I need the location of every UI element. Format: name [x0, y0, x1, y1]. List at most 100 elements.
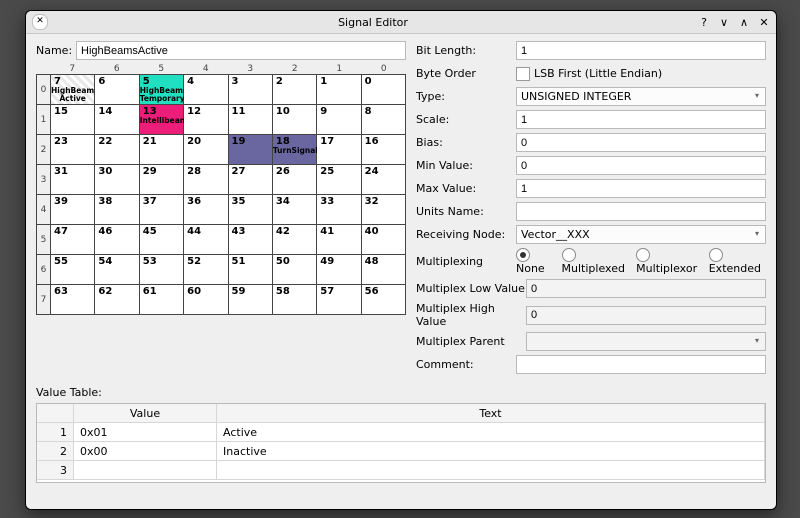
bit-cell[interactable]: 6 [95, 75, 139, 105]
bit-cell[interactable]: 2 [273, 75, 317, 105]
bit-cell[interactable]: 26 [273, 165, 317, 195]
bit-cell[interactable]: 10 [273, 105, 317, 135]
bit-cell[interactable]: 24 [362, 165, 406, 195]
bit-cell[interactable]: 30 [95, 165, 139, 195]
value-cell[interactable]: 0x00 [74, 442, 217, 460]
text-cell[interactable]: Inactive [217, 442, 765, 460]
bit-cell[interactable]: 54 [95, 255, 139, 285]
bit-cell[interactable]: 31 [51, 165, 95, 195]
bit-cell[interactable]: 13Intellibeam [140, 105, 184, 135]
type-combo[interactable]: UNSIGNED INTEGER ▾ [516, 87, 766, 106]
bit-cell[interactable]: 47 [51, 225, 95, 255]
bit-cell[interactable]: 18TurnSignals [273, 135, 317, 165]
bias-input[interactable] [516, 133, 766, 152]
bit-cell[interactable]: 62 [95, 285, 139, 315]
bit-cell[interactable]: 49 [317, 255, 361, 285]
bit-cell[interactable]: 50 [273, 255, 317, 285]
min-input[interactable] [516, 156, 766, 175]
bit-cell[interactable]: 56 [362, 285, 406, 315]
bit-cell[interactable]: 41 [317, 225, 361, 255]
mux-option-multiplexed[interactable]: Multiplexed [562, 248, 629, 275]
bit-cell[interactable]: 35 [229, 195, 273, 225]
bit-cell[interactable]: 16 [362, 135, 406, 165]
bit-cell[interactable]: 23 [51, 135, 95, 165]
value-table[interactable]: Value Text 10x01Active20x00Inactive3 [36, 403, 766, 483]
bit-cell[interactable]: 46 [95, 225, 139, 255]
bit-cell[interactable]: 51 [229, 255, 273, 285]
bit-cell[interactable]: 17 [317, 135, 361, 165]
bit-cell[interactable]: 15 [51, 105, 95, 135]
text-column-header[interactable]: Text [217, 404, 765, 422]
bit-cell[interactable]: 48 [362, 255, 406, 285]
bit-cell[interactable]: 44 [184, 225, 228, 255]
value-cell[interactable] [74, 461, 217, 479]
table-row[interactable]: 3 [37, 461, 765, 480]
minimize-icon[interactable]: ∨ [718, 16, 730, 29]
bit-cell[interactable]: 12 [184, 105, 228, 135]
bit-cell[interactable]: 57 [317, 285, 361, 315]
bit-cell[interactable]: 45 [140, 225, 184, 255]
bit-cell[interactable]: 60 [184, 285, 228, 315]
bit-cell[interactable]: 55 [51, 255, 95, 285]
value-column-header[interactable]: Value [74, 404, 217, 422]
text-cell[interactable]: Active [217, 423, 765, 441]
mux-high-input[interactable] [526, 306, 766, 325]
bit-cell[interactable]: 20 [184, 135, 228, 165]
bit-cell[interactable]: 7HighBeams Active [51, 75, 95, 105]
bit-cell[interactable]: 59 [229, 285, 273, 315]
bit-cell[interactable]: 33 [317, 195, 361, 225]
bit-cell[interactable]: 42 [273, 225, 317, 255]
mux-option-multiplexor[interactable]: Multiplexor [636, 248, 701, 275]
comment-input[interactable] [516, 355, 766, 374]
maximize-icon[interactable]: ∧ [738, 16, 750, 29]
help-icon[interactable]: ? [698, 16, 710, 29]
bit-cell[interactable]: 61 [140, 285, 184, 315]
receiving-node-combo[interactable]: Vector__XXX ▾ [516, 225, 766, 244]
bit-cell[interactable]: 37 [140, 195, 184, 225]
bit-cell[interactable]: 11 [229, 105, 273, 135]
bit-cell[interactable]: 25 [317, 165, 361, 195]
bit-cell[interactable]: 29 [140, 165, 184, 195]
value-cell[interactable]: 0x01 [74, 423, 217, 441]
mux-parent-combo[interactable]: ▾ [526, 332, 766, 351]
max-input[interactable] [516, 179, 766, 198]
bit-cell[interactable]: 22 [95, 135, 139, 165]
bit-cell[interactable]: 43 [229, 225, 273, 255]
bit-cell[interactable]: 38 [95, 195, 139, 225]
bit-cell[interactable]: 8 [362, 105, 406, 135]
bit-cell[interactable]: 4 [184, 75, 228, 105]
lsb-checkbox[interactable] [516, 67, 530, 81]
bit-cell[interactable]: 27 [229, 165, 273, 195]
close-icon[interactable]: ✕ [758, 16, 770, 29]
bit-cell[interactable]: 14 [95, 105, 139, 135]
bit-cell[interactable]: 58 [273, 285, 317, 315]
bit-cell[interactable]: 9 [317, 105, 361, 135]
bit-cell[interactable]: 3 [229, 75, 273, 105]
bit-cell[interactable]: 1 [317, 75, 361, 105]
bit-cell[interactable]: 34 [273, 195, 317, 225]
bit-cell[interactable]: 40 [362, 225, 406, 255]
bit-cell[interactable]: 53 [140, 255, 184, 285]
bit-cell[interactable]: 5HighBeams Temporary [140, 75, 184, 105]
text-cell[interactable] [217, 461, 765, 479]
bit-cell[interactable]: 28 [184, 165, 228, 195]
bit-grid: 76543210 07HighBeams Active65HighBeams T… [36, 64, 406, 315]
name-input[interactable] [76, 41, 406, 60]
bit-cell[interactable]: 39 [51, 195, 95, 225]
window-close-icon[interactable]: ✕ [32, 14, 48, 30]
table-row[interactable]: 20x00Inactive [37, 442, 765, 461]
units-input[interactable] [516, 202, 766, 221]
bit-cell[interactable]: 52 [184, 255, 228, 285]
mux-option-none[interactable]: None [516, 248, 554, 275]
bit-cell[interactable]: 21 [140, 135, 184, 165]
scale-input[interactable] [516, 110, 766, 129]
mux-low-input[interactable] [526, 279, 766, 298]
bit-cell[interactable]: 63 [51, 285, 95, 315]
bit-cell[interactable]: 0 [362, 75, 406, 105]
bit-cell[interactable]: 36 [184, 195, 228, 225]
mux-option-extended[interactable]: Extended [709, 248, 766, 275]
bit-cell[interactable]: 32 [362, 195, 406, 225]
bit-length-input[interactable] [516, 41, 766, 60]
table-row[interactable]: 10x01Active [37, 423, 765, 442]
bit-cell[interactable]: 19 [229, 135, 273, 165]
